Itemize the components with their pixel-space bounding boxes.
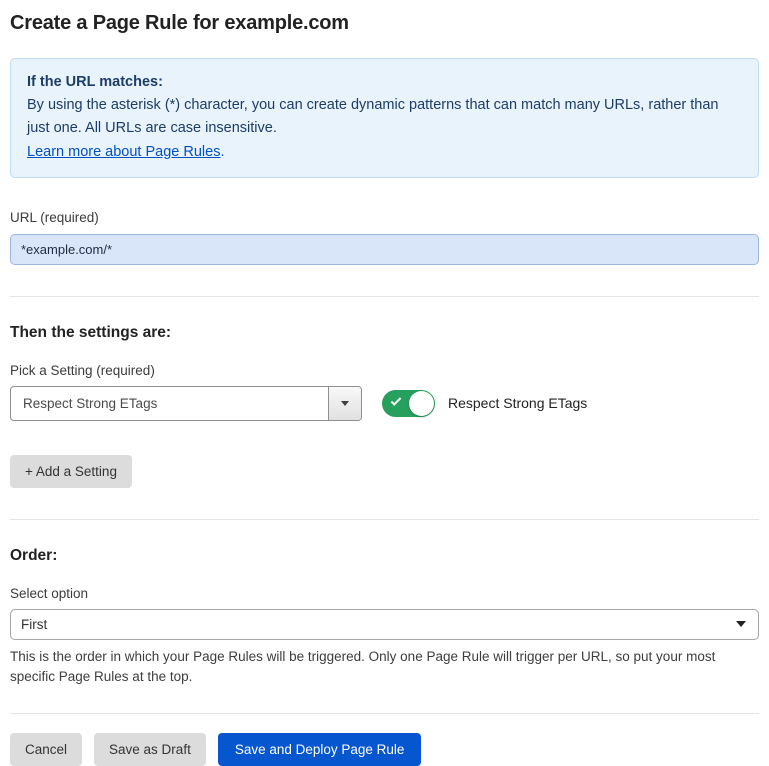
- page-title: Create a Page Rule for example.com: [10, 12, 759, 35]
- divider: [10, 713, 759, 714]
- order-help-text: This is the order in which your Page Rul…: [10, 647, 758, 688]
- etags-toggle[interactable]: [382, 390, 435, 417]
- toggle-knob: [409, 391, 434, 416]
- settings-section-heading: Then the settings are:: [10, 324, 759, 342]
- url-input[interactable]: [10, 234, 759, 265]
- chevron-down-icon: [736, 621, 746, 627]
- footer-actions: Cancel Save as Draft Save and Deploy Pag…: [10, 733, 759, 766]
- pick-setting-label: Pick a Setting (required): [10, 363, 759, 378]
- order-section-heading: Order:: [10, 547, 759, 565]
- setting-row: Respect Strong ETags Respect Strong ETag…: [10, 386, 759, 421]
- save-deploy-button[interactable]: Save and Deploy Page Rule: [218, 733, 422, 766]
- cancel-button[interactable]: Cancel: [10, 733, 82, 766]
- chevron-down-icon: [341, 401, 349, 406]
- order-select-value: First: [21, 617, 47, 632]
- check-icon: [391, 395, 402, 406]
- learn-more-link[interactable]: Learn more about Page Rules: [27, 144, 220, 160]
- divider: [10, 519, 759, 520]
- save-draft-button[interactable]: Save as Draft: [94, 733, 206, 766]
- order-select-label: Select option: [10, 586, 759, 601]
- page-rule-form: Create a Page Rule for example.com If th…: [0, 0, 769, 766]
- url-match-info-box: If the URL matches: By using the asteris…: [10, 58, 759, 178]
- info-box-heading: If the URL matches:: [27, 71, 742, 94]
- info-link-row: Learn more about Page Rules.: [27, 141, 742, 164]
- setting-select-arrow-button[interactable]: [328, 387, 361, 420]
- info-link-period: .: [220, 144, 224, 160]
- divider: [10, 296, 759, 297]
- url-label: URL (required): [10, 210, 759, 225]
- info-box-body: By using the asterisk (*) character, you…: [27, 94, 742, 140]
- setting-select-value: Respect Strong ETags: [11, 387, 328, 420]
- toggle-label: Respect Strong ETags: [448, 395, 587, 411]
- order-select[interactable]: First: [10, 609, 759, 640]
- setting-select[interactable]: Respect Strong ETags: [10, 386, 362, 421]
- add-setting-button[interactable]: + Add a Setting: [10, 455, 132, 488]
